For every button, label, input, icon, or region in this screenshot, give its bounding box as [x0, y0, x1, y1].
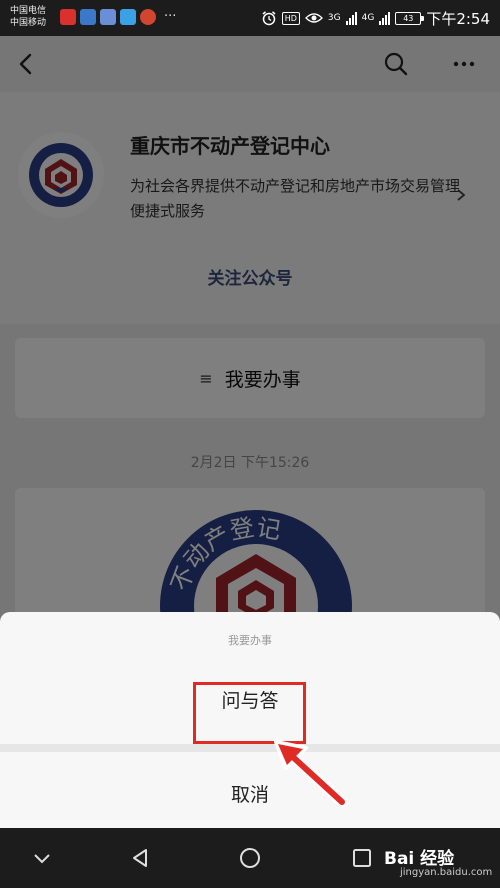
action-sheet: 我要办事 问与答 取消 [0, 612, 500, 828]
carrier-info: 中国电信 中国移动 [10, 5, 46, 29]
app-icon-orange [140, 9, 156, 25]
app-icon-red [60, 9, 76, 25]
red-arrow-annotation-icon [274, 740, 348, 808]
app-icon-light-blue [120, 9, 136, 25]
network-3g-label: 3G [327, 13, 341, 23]
hide-keyboard-chevron-icon[interactable] [30, 846, 54, 870]
cancel-button[interactable]: 取消 [0, 752, 500, 828]
nav-back-icon[interactable] [128, 846, 152, 870]
status-right: HD 3G 4G 43 下午2:54 [261, 8, 490, 28]
signal-icon [379, 11, 391, 25]
highlight-annotation [193, 682, 306, 744]
notification-icons: ··· [60, 9, 176, 25]
watermark-logo: Bai 经验 [384, 849, 455, 869]
hd-icon: HD [281, 11, 300, 25]
more-notifications-icon: ··· [164, 9, 177, 24]
nav-recents-icon[interactable] [350, 846, 374, 870]
status-bar: 中国电信 中国移动 ··· HD 3G 4G 43 下午2:54 [0, 0, 500, 36]
carrier-2: 中国移动 [10, 18, 47, 28]
clock: 下午2:54 [426, 9, 490, 28]
action-sheet-title: 我要办事 [228, 634, 272, 647]
eye-icon [304, 13, 323, 23]
nav-home-icon[interactable] [238, 846, 262, 870]
divider [0, 744, 500, 752]
app-icon-blue [80, 9, 96, 25]
battery-icon: 43 [395, 11, 425, 25]
signal-icon [345, 11, 357, 25]
watermark-url: jingyan.baidu.com [400, 867, 493, 878]
cancel-label: 取消 [230, 784, 269, 806]
network-4g-label: 4G [361, 13, 375, 23]
carrier-1: 中国电信 [10, 6, 47, 16]
app-icon-blue-2 [100, 9, 116, 25]
alarm-icon [262, 11, 276, 26]
